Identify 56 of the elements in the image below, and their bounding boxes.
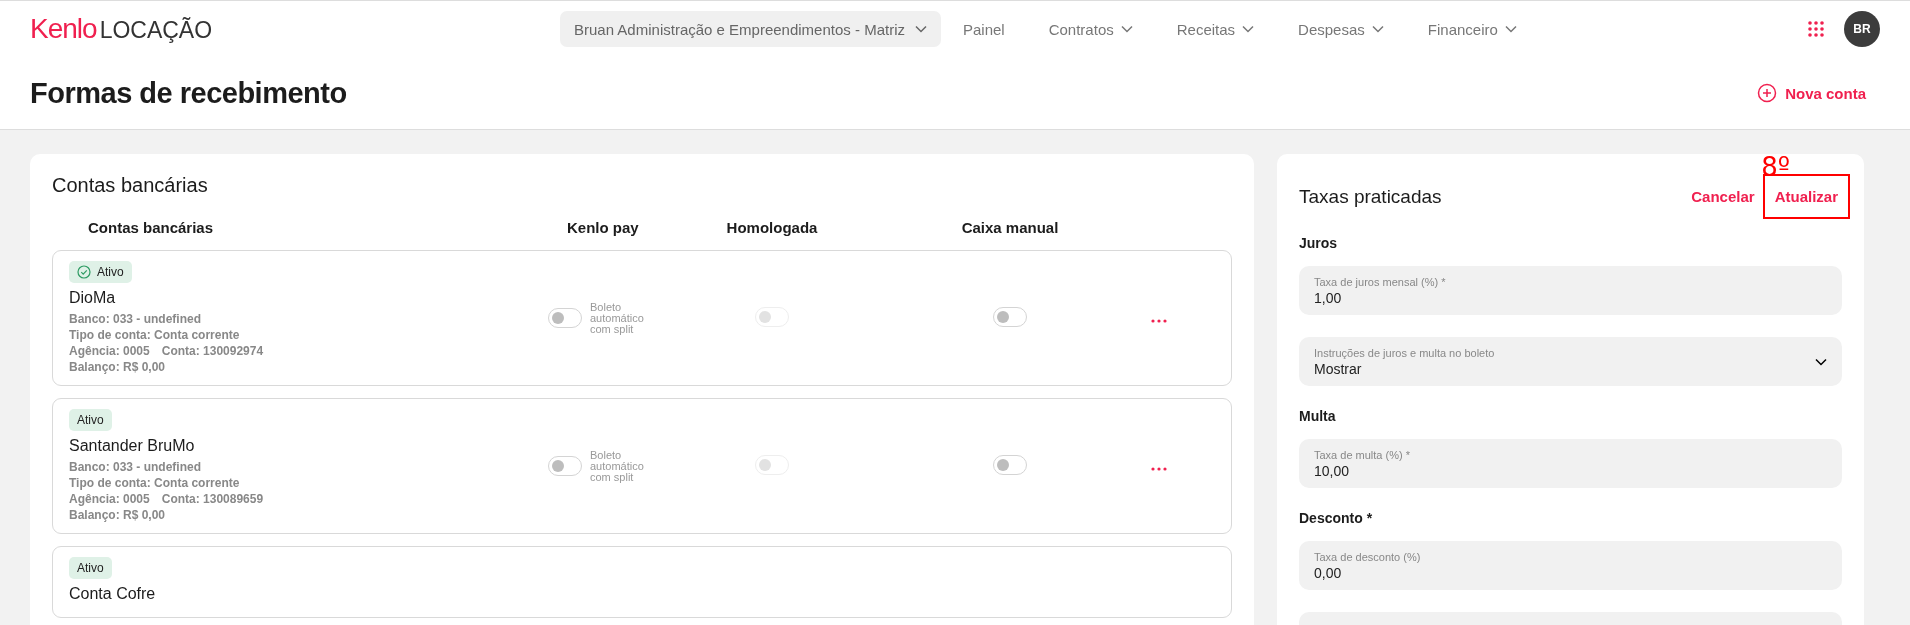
account-detail: Banco: 033 - undefined	[69, 311, 202, 327]
toggle-switch[interactable]	[993, 306, 1027, 327]
section-heading: Desconto *	[1299, 510, 1374, 526]
check-circle-icon	[77, 265, 91, 279]
page-title: Formas de recebimento	[30, 76, 347, 110]
column-header: Homologada	[726, 219, 818, 236]
status-badge: Ativo	[69, 261, 132, 283]
nav-link[interactable]: Despesas	[1298, 20, 1384, 38]
nav-link[interactable]: Financeiro	[1427, 20, 1517, 38]
section-heading: Multa	[1299, 408, 1337, 424]
account-name: Conta Cofre	[69, 585, 157, 603]
chevron-down-icon	[1242, 25, 1255, 33]
account-name: Santander BruMo	[69, 437, 196, 455]
column-header: Kenlo pay	[566, 219, 640, 236]
input-field[interactable]: Taxa de juros mensal (%) * 1,00	[1299, 266, 1842, 315]
account-detail: Conta: 130092974	[161, 343, 264, 359]
toggle-switch[interactable]	[548, 308, 582, 328]
status-badge: Ativo	[69, 557, 112, 579]
account-detail: Conta: 130089659	[161, 491, 264, 507]
apps-grid-icon[interactable]	[1808, 21, 1824, 37]
account-detail: Tipo de conta: Conta corrente	[69, 327, 240, 343]
account-detail: Banco: 033 - undefined	[69, 459, 202, 475]
account-detail: Balanço: R$ 0,00	[69, 507, 166, 523]
input-field[interactable]: Taxa de desconto (%) 0,00	[1299, 541, 1842, 590]
logo-brand[interactable]: Kenlo	[30, 13, 97, 45]
chevron-down-icon	[1120, 25, 1133, 33]
action-link[interactable]: Atualizar	[1762, 174, 1850, 219]
plus-circle-icon	[1757, 83, 1778, 103]
card-title: Contas bancárias	[52, 174, 209, 197]
chevron-down-icon	[915, 25, 927, 33]
toggle-switch[interactable]	[548, 456, 582, 476]
account-name: DioMa	[69, 289, 117, 307]
column-header: Contas bancárias	[87, 219, 215, 236]
nav-link[interactable]: Painel	[963, 20, 1005, 38]
card-title: Taxas praticadas	[1299, 185, 1443, 208]
status-badge: Ativo	[69, 409, 112, 431]
user-avatar[interactable]: BR	[1844, 11, 1880, 47]
chevron-down-icon	[1815, 357, 1827, 366]
logo-product: LOCAÇÃO	[99, 17, 213, 44]
account-detail: Agência: 0005	[69, 491, 150, 507]
chevron-down-icon	[1504, 25, 1517, 33]
new-account-button[interactable]: Nova conta	[1751, 82, 1872, 104]
chevron-down-icon	[1371, 25, 1384, 33]
account-detail: Agência: 0005	[69, 343, 150, 359]
toggle-label: Boleto automático com split	[590, 301, 645, 335]
select-field[interactable]: Instruções de juros e multa no boleto Mostrar	[1299, 337, 1842, 386]
toggle-label: Boleto automático com split	[590, 449, 645, 483]
nav-link[interactable]: Contratos	[1048, 20, 1133, 38]
account-detail: Tipo de conta: Conta corrente	[69, 475, 240, 491]
section-heading: Juros	[1299, 235, 1339, 251]
column-header: Caixa manual	[961, 219, 1059, 236]
input-field[interactable]: Taxa de multa (%) * 10,00	[1299, 439, 1842, 488]
toggle-switch[interactable]	[993, 454, 1027, 475]
company-selector[interactable]: Bruan Administração e Empreendimentos - Matriz	[560, 11, 941, 47]
account-detail: Balanço: R$ 0,00	[69, 359, 166, 375]
nav-link[interactable]: Receitas	[1176, 20, 1255, 38]
